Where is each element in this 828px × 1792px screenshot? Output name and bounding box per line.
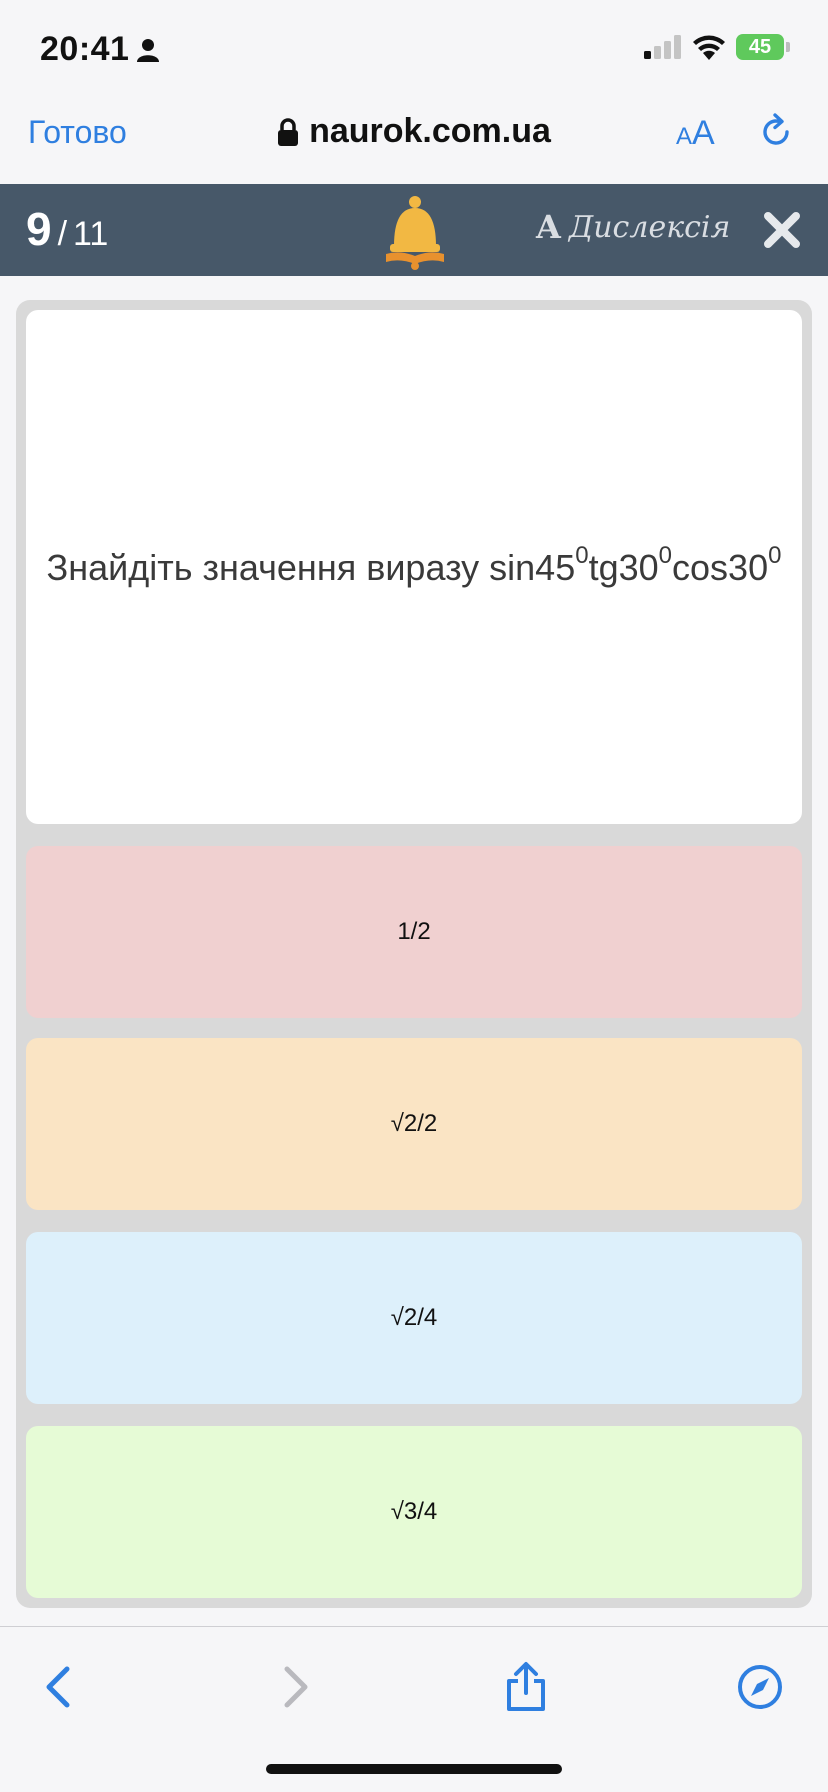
battery-cap: [786, 42, 790, 52]
quiz-content: Знайдіть значення виразу sin450tg300cos3…: [16, 300, 812, 1608]
bell-book-icon: [386, 196, 444, 270]
dyslexia-label: Дислексія: [568, 209, 731, 245]
home-indicator[interactable]: [266, 1764, 562, 1774]
counter-separator: /: [57, 215, 68, 253]
question-text: Знайдіть значення виразу sin450tg300cos3…: [46, 542, 782, 589]
question-card: Знайдіть значення виразу sin450tg300cos3…: [26, 310, 802, 824]
current-question-number: 9: [26, 203, 52, 255]
degree-sup-3: 0: [768, 541, 782, 569]
lock-icon: [278, 117, 299, 146]
browser-toolbar: Готово naurok.com.ua AA: [0, 96, 828, 184]
answer-option-1[interactable]: 1/2: [26, 846, 802, 1018]
answer-option-2[interactable]: √2/2: [26, 1038, 802, 1210]
total-questions: 11: [73, 215, 109, 253]
answer-option-4[interactable]: √3/4: [26, 1426, 802, 1598]
share-icon: [507, 1662, 545, 1711]
compass-icon: [738, 1665, 782, 1709]
degree-sup-1: 0: [575, 541, 589, 569]
status-bar: 20:41 45: [0, 0, 828, 96]
text-size-small-letter: A: [676, 123, 693, 150]
dyslexia-icon-letter: A: [536, 208, 561, 246]
question-counter: 9 / 11: [26, 202, 108, 256]
back-button[interactable]: [28, 1657, 88, 1717]
answer-option-3[interactable]: √2/4: [26, 1232, 802, 1404]
degree-sup-2: 0: [658, 541, 673, 569]
answer-label: √3/4: [390, 1498, 438, 1525]
text-size-large-letter: A: [692, 114, 715, 152]
forward-button[interactable]: [266, 1657, 326, 1717]
text-size-button[interactable]: AA: [676, 114, 715, 153]
question-part-tg: tg30: [588, 546, 659, 588]
status-indicators: 45: [644, 34, 790, 60]
reload-icon[interactable]: [756, 112, 796, 152]
address-text: naurok.com.ua: [309, 112, 551, 150]
answer-label: √2/2: [390, 1110, 438, 1137]
battery-level: 45: [736, 34, 784, 60]
wifi-icon: [693, 35, 725, 60]
status-time: 20:41: [40, 30, 130, 68]
battery-icon: 45: [736, 34, 790, 60]
bookmarks-button[interactable]: [730, 1657, 790, 1717]
chevron-right-icon: [284, 1666, 308, 1708]
chevron-left-icon: [46, 1666, 70, 1708]
dyslexia-toggle[interactable]: A Дислексія: [536, 208, 730, 246]
signal-icon: [644, 35, 681, 59]
question-prefix: Знайдіть значення виразу sin45: [46, 546, 576, 588]
quiz-header: 9 / 11 A Дислексія: [0, 184, 828, 276]
status-time-group: 20:41: [40, 30, 160, 69]
question-part-cos: cos30: [672, 546, 769, 588]
answer-label: √2/4: [390, 1304, 438, 1331]
page: 20:41 45 Готово naurok.com.ua AA 9 / 11 …: [0, 0, 828, 1792]
share-button[interactable]: [496, 1657, 556, 1717]
person-icon: [137, 38, 160, 62]
answer-label: 1/2: [397, 918, 431, 945]
close-icon[interactable]: [762, 210, 802, 250]
